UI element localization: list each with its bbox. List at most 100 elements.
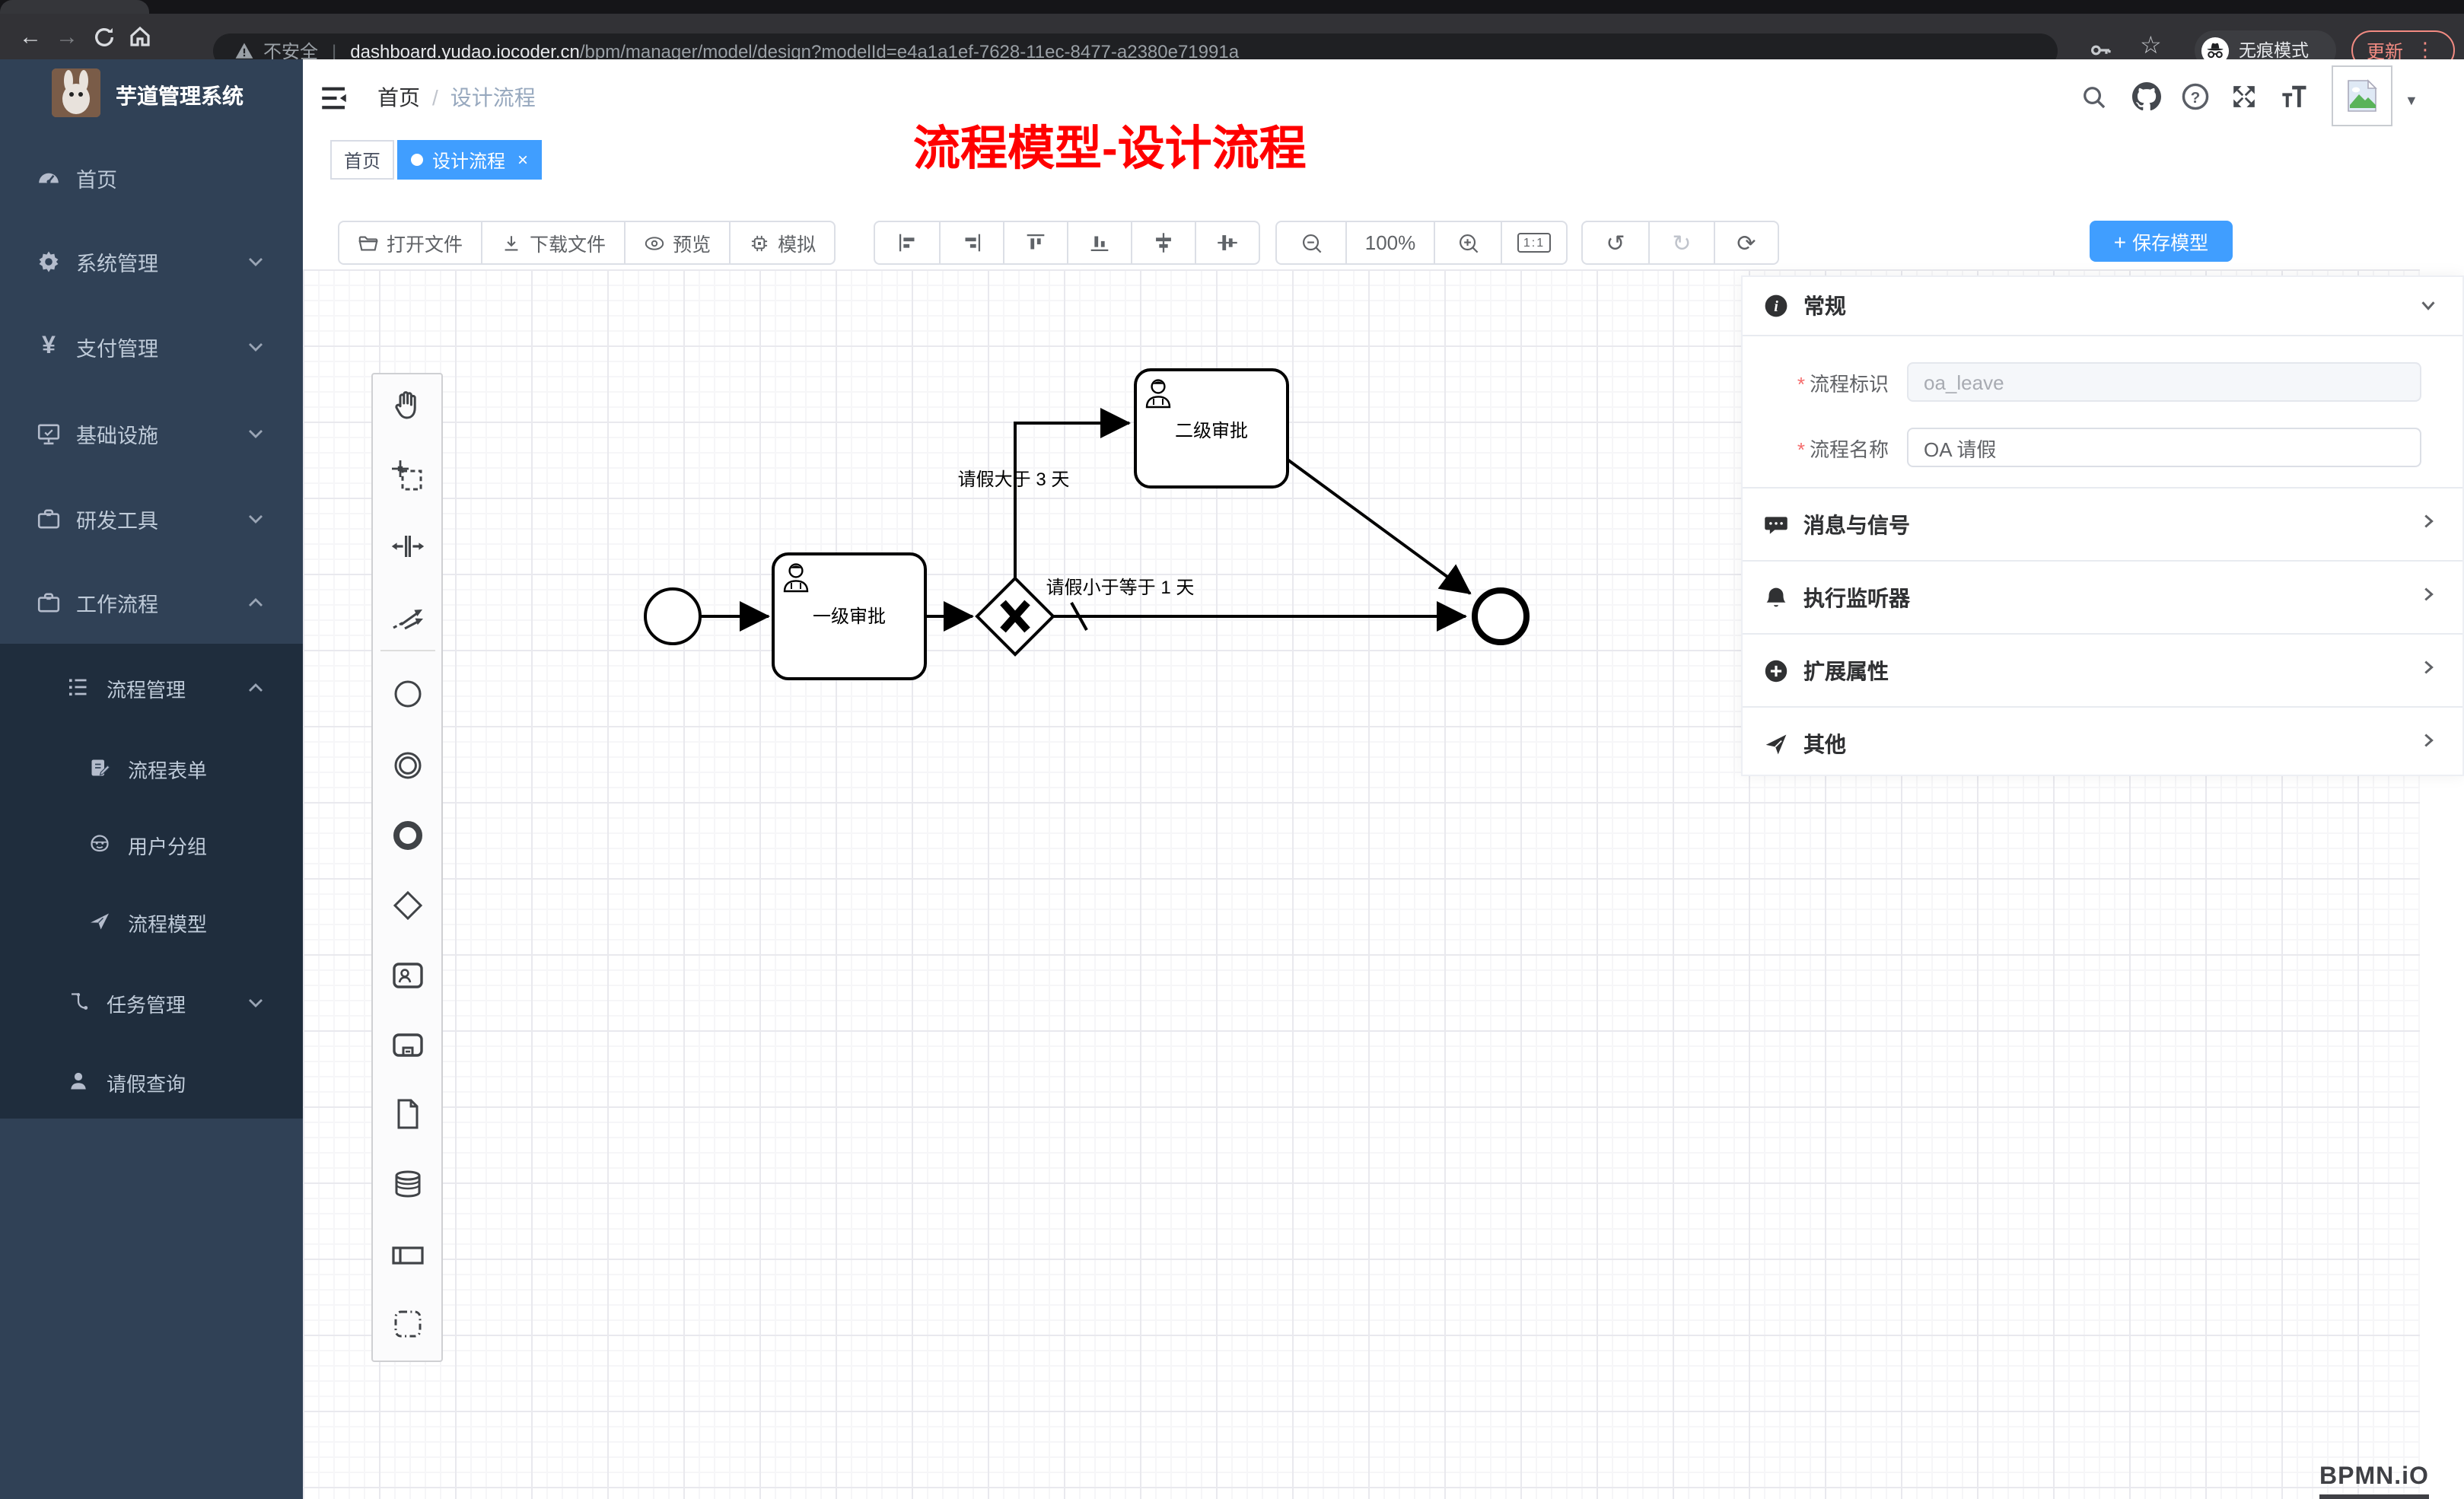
- create-end-event-icon[interactable]: [390, 817, 426, 854]
- create-participant-icon[interactable]: [390, 1237, 426, 1274]
- sidebar-item-task-mgmt[interactable]: 任务管理: [0, 972, 303, 1033]
- close-icon[interactable]: ×: [517, 149, 528, 170]
- create-data-object-icon[interactable]: [390, 1096, 426, 1132]
- bpmn-palette: [371, 373, 443, 1362]
- section-execution-listener[interactable]: 执行监听器: [1743, 562, 2462, 635]
- align-left-button[interactable]: [875, 222, 939, 263]
- dashboard-icon: [37, 166, 61, 190]
- flow-task2-to-end[interactable]: [1288, 460, 1470, 594]
- section-general-header[interactable]: i 常规: [1743, 277, 2462, 336]
- user-task-level1[interactable]: 一级审批: [773, 554, 925, 679]
- chevron-up-icon: [247, 679, 265, 697]
- palette-divider: [380, 650, 435, 651]
- save-model-label: 保存模型: [2132, 227, 2208, 256]
- fullscreen-icon[interactable]: [2230, 82, 2259, 111]
- back-icon[interactable]: ←: [12, 24, 49, 49]
- process-name-input[interactable]: [1907, 428, 2421, 467]
- browser-active-tab[interactable]: [0, 0, 149, 14]
- download-file-button[interactable]: 下载文件: [481, 222, 624, 263]
- sidebar-item-system[interactable]: 系统管理: [0, 231, 303, 292]
- sidebar-item-infra[interactable]: 基础设施: [0, 403, 303, 464]
- forward-icon[interactable]: →: [49, 24, 85, 49]
- edge-label-le1[interactable]: 请假小于等于 1 天: [1046, 578, 1195, 598]
- reload-icon[interactable]: [85, 25, 122, 48]
- create-intermediate-event-icon[interactable]: [390, 747, 426, 784]
- file-button-group: 打开文件 下载文件 预览 模拟: [338, 221, 836, 265]
- create-gateway-icon[interactable]: [390, 887, 426, 924]
- sidebar-item-label: 用户分组: [128, 830, 207, 859]
- tab-design-process[interactable]: 设计流程 ×: [397, 140, 542, 180]
- section-extended-properties[interactable]: 扩展属性: [1743, 635, 2462, 708]
- screenshot-root: ← → 不安全 | dashboard.yudao.iocoder.cn/bpm…: [0, 0, 2464, 1499]
- zoom-level-label: 100%: [1365, 231, 1416, 254]
- sidebar-item-devtools[interactable]: 研发工具: [0, 489, 303, 549]
- simulate-button[interactable]: 模拟: [729, 222, 834, 263]
- preview-label: 预览: [673, 228, 711, 257]
- hand-tool-icon[interactable]: [390, 387, 426, 423]
- tab-home[interactable]: 首页: [330, 140, 394, 180]
- url-host[interactable]: dashboard.yudao.iocoder.cn: [350, 40, 580, 62]
- section-message-signal[interactable]: 消息与信号: [1743, 489, 2462, 562]
- search-icon[interactable]: [2080, 84, 2108, 111]
- user-task-level2[interactable]: 二级审批: [1135, 370, 1288, 487]
- create-start-event-icon[interactable]: [390, 676, 426, 712]
- global-connect-tool-icon[interactable]: [390, 598, 426, 635]
- sidebar-item-leave-query[interactable]: 请假查询: [0, 1052, 303, 1112]
- sidebar-item-payment[interactable]: ¥ 支付管理: [0, 317, 303, 377]
- help-icon[interactable]: ?: [2181, 82, 2210, 111]
- zoom-out-button[interactable]: [1277, 222, 1345, 263]
- create-call-activity-icon[interactable]: [390, 1027, 426, 1064]
- redo-button[interactable]: ↻: [1648, 222, 1714, 263]
- font-size-icon[interactable]: [2277, 81, 2310, 114]
- breadcrumb-home[interactable]: 首页: [377, 82, 420, 113]
- create-data-store-icon[interactable]: [390, 1166, 426, 1202]
- restart-button[interactable]: ⟳: [1714, 222, 1778, 263]
- avatar[interactable]: [2332, 65, 2392, 126]
- sidebar-item-process-mgmt[interactable]: 流程管理: [0, 657, 303, 718]
- tab-label: 首页: [344, 147, 380, 173]
- align-middle-button[interactable]: [1195, 222, 1259, 263]
- sidebar-item-home[interactable]: 首页: [0, 148, 303, 208]
- monitor-icon: [37, 422, 61, 446]
- align-top-button[interactable]: [1003, 222, 1067, 263]
- save-model-button[interactable]: + 保存模型: [2090, 221, 2233, 262]
- end-event[interactable]: [1475, 590, 1526, 642]
- general-form: *流程标识 *流程名称: [1743, 336, 2462, 489]
- open-file-button[interactable]: 打开文件: [339, 222, 481, 263]
- reset-zoom-button[interactable]: 1:1: [1501, 222, 1566, 263]
- section-title: 其他: [1803, 728, 1846, 759]
- space-tool-icon[interactable]: [390, 528, 426, 565]
- exclusive-gateway[interactable]: [977, 578, 1053, 654]
- create-user-task-icon[interactable]: [390, 957, 426, 994]
- simulate-label: 模拟: [778, 228, 816, 257]
- section-title: 常规: [1803, 291, 1846, 321]
- task2-label: 二级审批: [1175, 421, 1248, 441]
- process-key-input[interactable]: [1907, 362, 2421, 402]
- sidebar-item-workflow[interactable]: 工作流程: [0, 572, 303, 633]
- sidebar-item-user-group[interactable]: 用户分组: [0, 814, 303, 875]
- avatar-caret-icon[interactable]: ▼: [2405, 93, 2418, 108]
- home-icon[interactable]: [122, 24, 158, 49]
- zoom-in-button[interactable]: [1434, 222, 1501, 263]
- sidebar-item-process-model[interactable]: 流程模型: [0, 892, 303, 953]
- url-path[interactable]: /bpm/manager/model/design?modelId=e4a1a1…: [580, 40, 1239, 62]
- sidebar-item-label: 系统管理: [76, 247, 158, 277]
- align-right-button[interactable]: [939, 222, 1003, 263]
- flow-gateway-to-task2[interactable]: [1015, 423, 1129, 578]
- align-bottom-button[interactable]: [1067, 222, 1131, 263]
- section-other[interactable]: 其他: [1743, 708, 2462, 779]
- undo-button[interactable]: ↺: [1583, 222, 1648, 263]
- sidebar-item-process-form[interactable]: 流程表单: [0, 738, 303, 799]
- download-file-label: 下载文件: [530, 228, 606, 257]
- briefcase-icon: [37, 590, 61, 615]
- create-group-icon[interactable]: [390, 1306, 426, 1342]
- edge-label-gt3[interactable]: 请假大于 3 天: [958, 469, 1070, 490]
- preview-button[interactable]: 预览: [624, 222, 729, 263]
- sidebar-item-label: 任务管理: [107, 988, 186, 1017]
- github-icon[interactable]: [2132, 82, 2161, 111]
- sidebar-collapse-icon[interactable]: [318, 82, 350, 114]
- start-event[interactable]: [645, 589, 700, 644]
- lasso-tool-icon[interactable]: [390, 458, 426, 495]
- bookmark-star-icon[interactable]: ☆: [2140, 30, 2162, 61]
- align-center-button[interactable]: [1131, 222, 1195, 263]
